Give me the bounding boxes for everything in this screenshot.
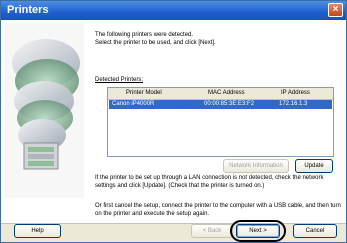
cd-stack-illustration	[4, 23, 84, 198]
column-header-mac[interactable]: MAC Address	[208, 90, 245, 96]
cancel-button[interactable]: Cancel	[293, 224, 337, 238]
help-button[interactable]: Help	[14, 224, 61, 238]
next-button-highlight	[230, 220, 286, 242]
mac-address-cell: 00:00:85:3E:E3:F2	[204, 101, 255, 107]
column-header-ip[interactable]: IP Address	[281, 90, 310, 96]
table-row[interactable]: Canon iP4000R 00:00:85:3E:E3:F2 172.16.1…	[109, 100, 332, 109]
usb-help-text: Or first cancel the setup, connect the p…	[95, 203, 341, 217]
printers-dialog: Printers × The following printers were d…	[0, 0, 347, 243]
detected-printers-label: Detected Printers:	[95, 77, 144, 83]
dialog-content: The following printers were detected. Se…	[1, 20, 346, 223]
column-header-model[interactable]: Printer Model	[126, 90, 162, 96]
window-title: Printers	[7, 4, 49, 16]
intro-line-1: The following printers were detected.	[95, 32, 194, 38]
back-button[interactable]: < Back	[191, 224, 233, 238]
update-button[interactable]: Update	[295, 159, 333, 173]
network-information-button[interactable]: Network Information	[223, 159, 289, 173]
ip-address-cell: 172.16.1.3	[279, 101, 308, 107]
printer-stack-icon	[23, 142, 59, 170]
close-button[interactable]: ×	[328, 3, 343, 17]
close-icon: ×	[332, 4, 339, 15]
printer-model-cell: Canon iP4000R	[112, 101, 155, 107]
table-header: Printer Model MAC Address IP Address	[108, 88, 333, 100]
intro-text: The following printers were detected. Se…	[95, 31, 216, 47]
lan-help-text: If the printer to be set up through a LA…	[95, 175, 324, 189]
printers-table[interactable]: Printer Model MAC Address IP Address Can…	[107, 87, 334, 157]
intro-line-2: Select the printer to be used, and click…	[95, 40, 216, 46]
title-bar: Printers ×	[1, 1, 346, 20]
